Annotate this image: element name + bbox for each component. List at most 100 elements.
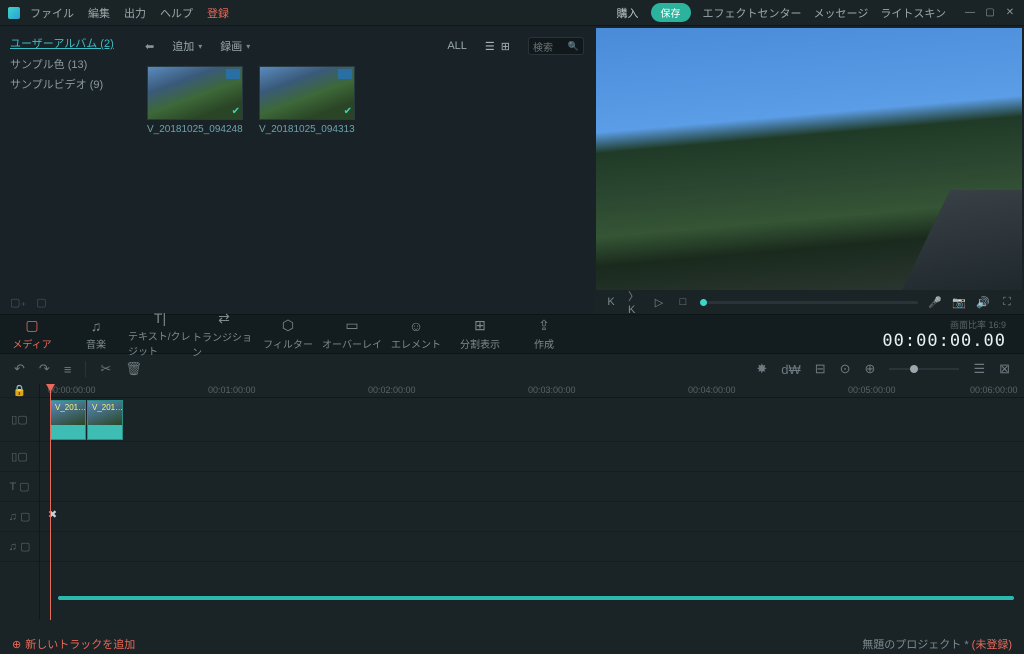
zoom-slider[interactable] [889,368,959,370]
zoom-reset-icon[interactable]: ⊙ [840,361,851,377]
audio1-track[interactable]: ✖ [40,502,1024,532]
aspect-ratio-label: 画面比率 16:9 [882,318,1006,331]
timeline-clip[interactable]: V_201… [50,400,86,440]
tab-media[interactable]: ▢メディア [0,317,64,351]
fullscreen-icon[interactable]: ⛶ [1000,296,1014,309]
next-frame-icon[interactable]: 〉K [628,288,642,316]
lock-head-icon[interactable]: 🔒 [0,384,39,398]
preview-viewport[interactable] [596,28,1022,290]
check-icon: ✔ [232,106,240,117]
tab-text[interactable]: T|テキスト/クレジット [128,310,192,358]
list-tool-icon[interactable]: ☰ [973,361,985,377]
sample-video-item[interactable]: サンプルビデオ (9) [10,76,135,94]
check-icon: ✔ [344,106,352,117]
text-track-head[interactable]: T ▢ [0,472,39,502]
volume-icon[interactable]: 🔊 [976,296,990,309]
new-folder-icon[interactable]: ▢₊ [10,296,26,309]
menu-register[interactable]: 登録 [207,5,229,21]
clip-label: V_20181025_094313 [259,124,355,135]
menu-output[interactable]: 出力 [124,5,146,21]
user-album-link[interactable]: ユーザーアルバム (2) [10,34,135,54]
maximize-icon[interactable]: ▢ [984,7,996,19]
folder-icon: ▢ [25,317,38,334]
mic-icon[interactable]: 🎤 [928,296,942,309]
playhead[interactable] [50,384,51,620]
play-icon[interactable]: ▷ [652,296,666,309]
camera-icon [338,69,352,79]
add-track-button[interactable]: ⊕新しいトラックを追加 [12,636,135,652]
delete-folder-icon[interactable]: ▢ [36,296,46,309]
delete-icon[interactable]: 🗑 [125,361,142,377]
plus-icon: ⊕ [12,638,21,651]
light-skin-link[interactable]: ライトスキン [880,5,946,21]
tab-overlay[interactable]: ▭オーバーレイ [320,317,384,351]
text-icon: T| [154,310,166,326]
list-view-icon[interactable]: ☰ [485,40,495,53]
undo-icon[interactable]: ↶ [14,361,25,377]
timeline-toolbar: ↶ ↷ ≡ ✂ 🗑 ✸ d₩ ⊟ ⊙ ⊕ ☰ ⊠ [0,354,1024,384]
message-link[interactable]: メッセージ [814,5,869,21]
tab-export[interactable]: ⇪作成 [512,317,576,351]
settings-tool-icon[interactable]: ⊠ [999,361,1010,377]
folder-tools: ▢₊ ▢ [10,296,47,309]
close-icon[interactable]: ✕ [1004,7,1016,19]
ruler[interactable]: 00:00:00:00 00:01:00:00 00:02:00:00 00:0… [40,384,1024,398]
tab-transition[interactable]: ⇄トランジション [192,310,256,359]
minimize-icon[interactable]: — [964,7,976,19]
timecode-display: 00:00:00.00 [882,331,1006,351]
album-sidebar: ユーザーアルバム (2) サンプル色 (13) サンプルビデオ (9) [0,26,145,314]
cut-icon[interactable]: ✂ [100,361,111,377]
zoom-out-icon[interactable]: ⊟ [815,361,826,377]
audio-tool-icon[interactable]: d₩ [781,362,801,377]
menu-help[interactable]: ヘルプ [160,5,193,21]
record-dropdown[interactable]: 録画 [220,38,250,54]
search-input[interactable]: 検索 [528,37,584,55]
audio2-track[interactable] [40,532,1024,562]
split-icon: ⊞ [474,317,486,334]
app-logo [8,7,20,19]
audio1-track-head[interactable]: ♫ ▢ [0,502,39,532]
video2-track-head[interactable]: ▯▢ [0,442,39,472]
edit-icon[interactable]: ≡ [64,362,72,377]
video2-track[interactable] [40,442,1024,472]
export-icon: ⇪ [538,317,550,334]
footer: ⊕新しいトラックを追加 無題のプロジェクト * (未登録) [0,634,1024,654]
marker-icon[interactable]: ✸ [756,361,767,377]
zoom-in-icon[interactable]: ⊕ [865,361,876,377]
menu-edit[interactable]: 編集 [88,5,110,21]
media-clip[interactable]: ✔ V_20181025_094313 [259,66,355,135]
preview-controls: K 〉K ▷ □ 🎤 📷 🔊 ⛶ [594,290,1024,314]
import-icon[interactable]: ⬅ [145,40,154,53]
redo-icon[interactable]: ↷ [39,361,50,377]
snapshot-icon[interactable]: 📷 [952,296,966,309]
add-dropdown[interactable]: 追加 [172,38,202,54]
timeline-clip[interactable]: V_201… [87,400,123,440]
video-track-head[interactable]: ▯▢ [0,398,39,442]
buy-button[interactable]: 購入 [617,5,639,21]
prev-frame-icon[interactable]: K [604,296,618,308]
element-icon: ☺ [409,318,423,334]
stop-icon[interactable]: □ [676,296,690,308]
clip-label: V_20181025_094248 [147,124,243,135]
filter-all[interactable]: ALL [447,40,467,52]
seek-bar[interactable] [700,301,918,304]
audio2-track-head[interactable]: ♫ ▢ [0,532,39,562]
menu-file[interactable]: ファイル [30,5,74,21]
video-track[interactable]: V_201… V_201… [40,398,1024,442]
timeline: 🔒 ▯▢ ▯▢ T ▢ ♫ ▢ ♫ ▢ 00:00:00:00 00:01:00… [0,384,1024,620]
effect-center-link[interactable]: エフェクトセンター [703,5,802,21]
tab-music[interactable]: ♫音楽 [64,318,128,351]
tracks-area[interactable]: 00:00:00:00 00:01:00:00 00:02:00:00 00:0… [40,384,1024,620]
overlay-icon: ▭ [345,317,358,334]
save-button[interactable]: 保存 [651,3,691,22]
h-scrollbar[interactable] [58,596,1014,600]
tab-split[interactable]: ⊞分割表示 [448,317,512,351]
sample-color-item[interactable]: サンプル色 (13) [10,56,135,74]
tab-element[interactable]: ☺エレメント [384,318,448,351]
tab-filter[interactable]: ⬡フィルター [256,317,320,351]
media-toolbar: ⬅ 追加 録画 ALL ☰ ⊞ 検索 [145,32,584,60]
text-track[interactable] [40,472,1024,502]
media-clip[interactable]: ✔ V_20181025_094248 [147,66,243,135]
grid-view-icon[interactable]: ⊞ [501,40,510,53]
media-browser: ⬅ 追加 録画 ALL ☰ ⊞ 検索 ✔ V_20181025_094248 ✔… [145,26,594,314]
